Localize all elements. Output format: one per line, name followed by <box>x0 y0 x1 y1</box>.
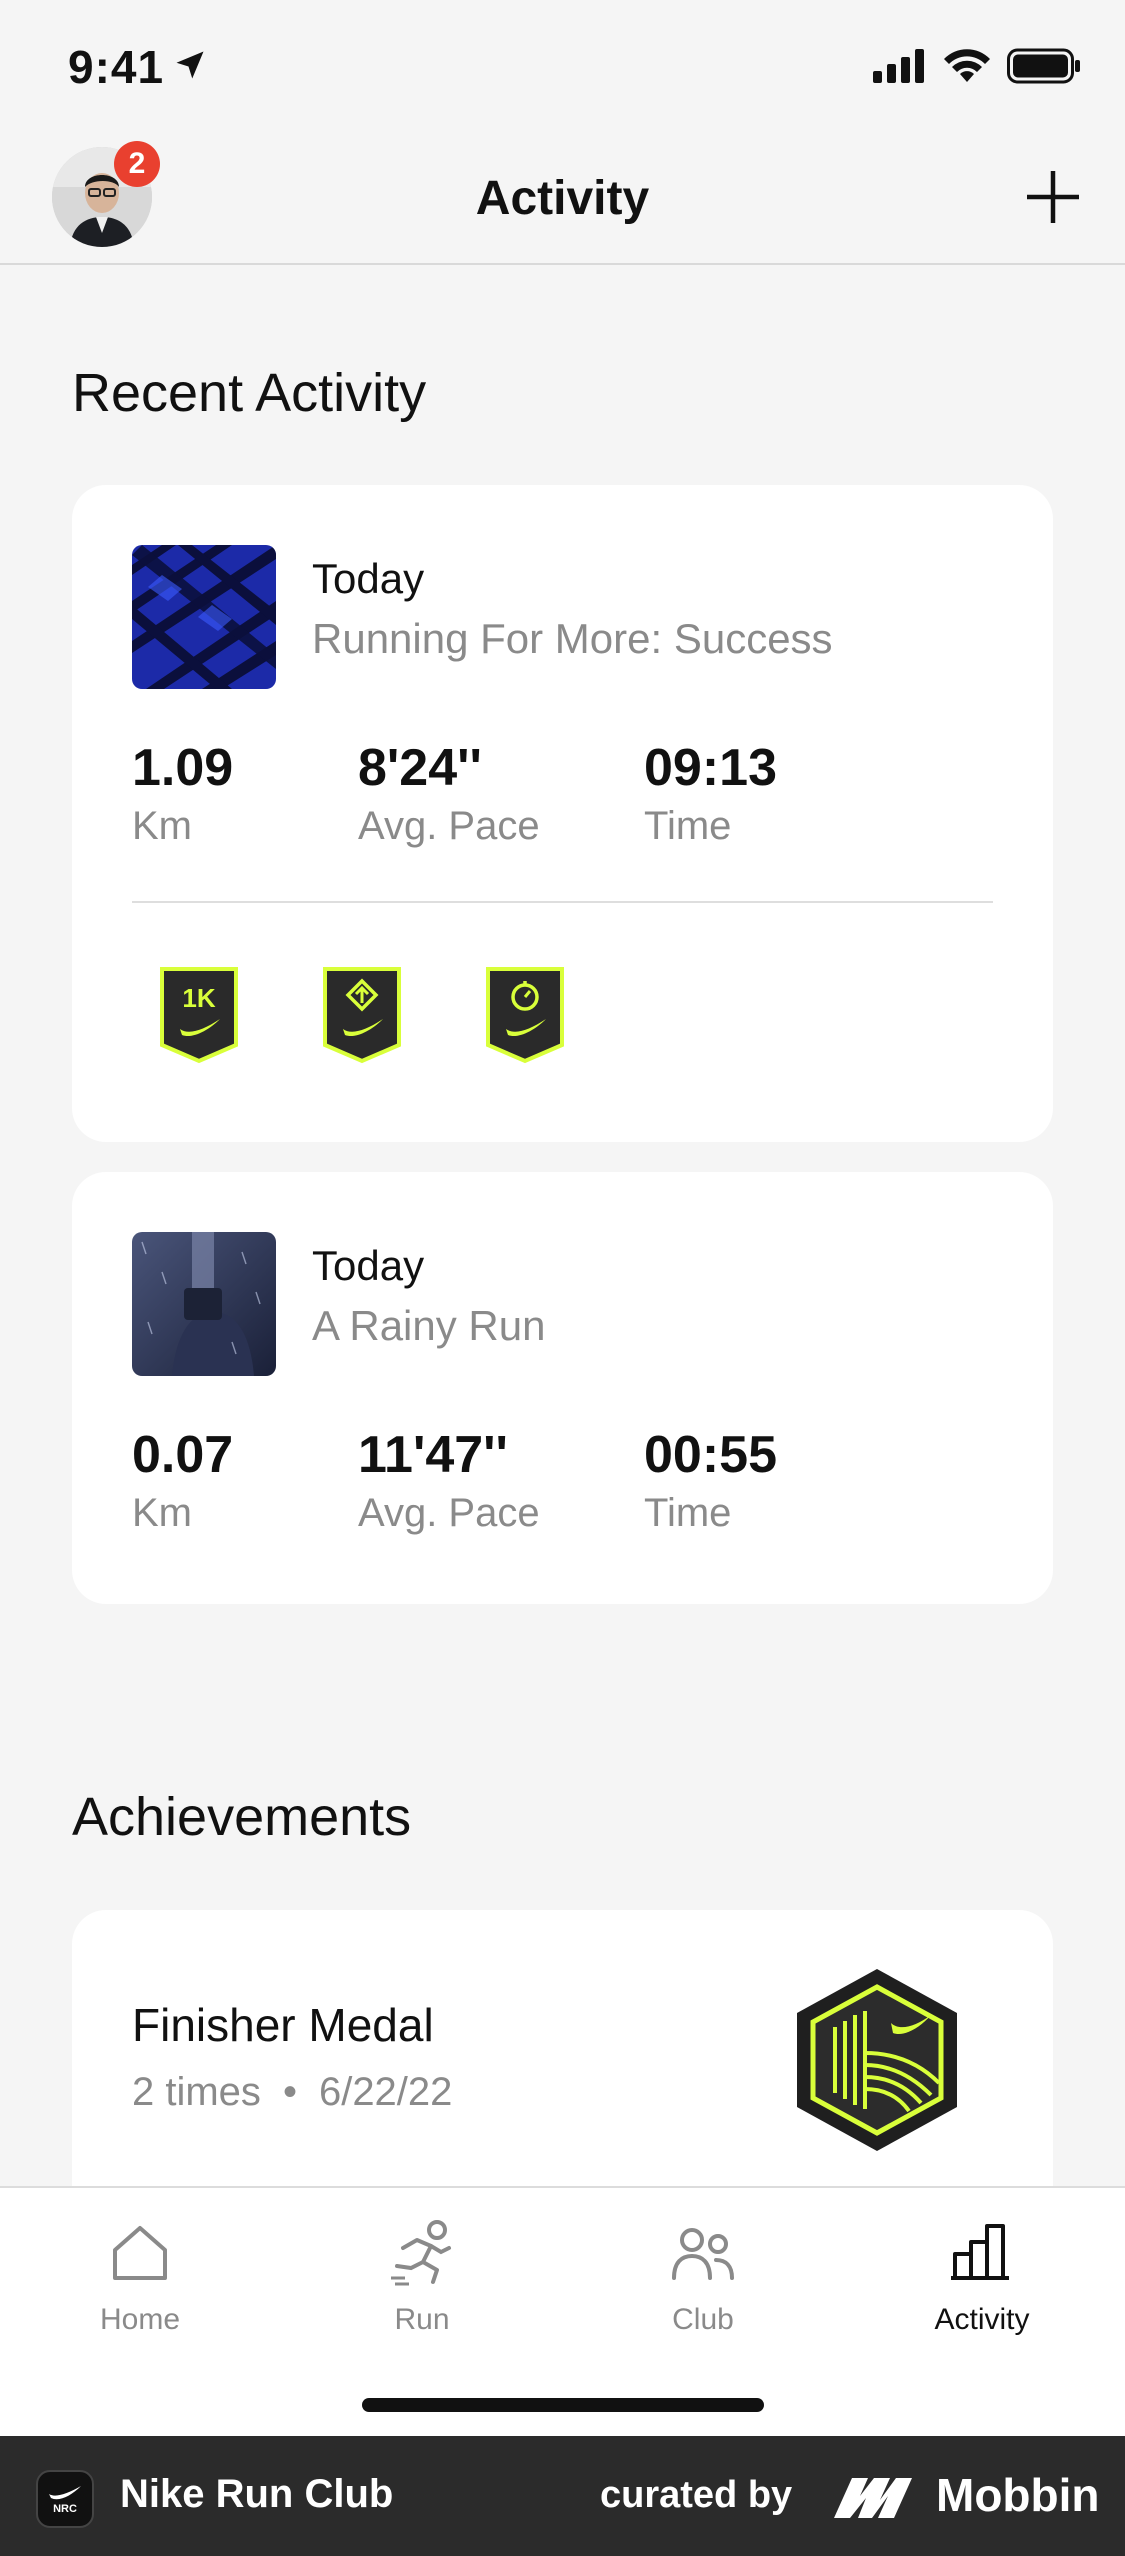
recent-activity-heading: Recent Activity <box>72 363 427 423</box>
home-indicator <box>362 2398 764 2412</box>
stat-value: 8'24'' <box>358 739 482 797</box>
activity-day: Today <box>312 1242 425 1289</box>
directional-badge-icon[interactable] <box>321 965 403 1065</box>
divider <box>132 901 993 903</box>
stat-label: Km <box>132 1491 192 1535</box>
first-1k-badge-icon[interactable]: 1K <box>158 965 240 1065</box>
time-stat: 00:55 Time <box>644 1425 777 1536</box>
nrc-app-icon: NRC <box>36 2470 94 2528</box>
pace-stat: 8'24'' Avg. Pace <box>358 738 540 849</box>
location-arrow-icon <box>176 51 204 79</box>
run-icon <box>391 2220 451 2286</box>
stat-label: Time <box>644 1491 732 1535</box>
achievement-meta: 2 times • 6/22/22 <box>132 2070 452 2115</box>
wifi-icon <box>944 49 990 82</box>
curated-by-label: curated by <box>600 2474 793 2516</box>
stat-value: 09:13 <box>644 739 777 797</box>
add-activity-button[interactable] <box>1021 165 1085 229</box>
stat-value: 00:55 <box>644 1426 777 1484</box>
achievement-title: Finisher Medal <box>132 1999 434 2051</box>
activity-card[interactable]: Today Running For More: Success 1.09 Km … <box>72 485 1053 1142</box>
time-stat: 09:13 Time <box>644 738 777 849</box>
stopwatch-badge-icon[interactable] <box>484 965 566 1065</box>
tab-label: Run <box>394 2303 450 2336</box>
tab-label: Home <box>99 2303 181 2336</box>
app-name: Nike Run Club <box>120 2472 394 2516</box>
tab-run[interactable]: Run <box>322 2218 522 2337</box>
status-icons <box>873 48 1081 84</box>
home-icon <box>113 2226 167 2280</box>
tab-activity[interactable]: Activity <box>882 2218 1082 2337</box>
stat-value: 11'47'' <box>358 1426 508 1484</box>
activity-thumbnail <box>132 1232 276 1376</box>
stat-value: 1.09 <box>132 739 234 797</box>
stat-label: Time <box>644 804 732 848</box>
activity-day: Today <box>312 555 425 602</box>
stat-label: Avg. Pace <box>358 1491 540 1535</box>
activity-chart-icon <box>951 2224 1009 2280</box>
mobbin-brand: Mobbin <box>936 2469 1100 2521</box>
activity-thumbnail <box>132 545 276 689</box>
achievement-count: 2 times <box>132 2070 261 2114</box>
cellular-signal-icon <box>873 49 924 83</box>
stat-label: Avg. Pace <box>358 804 540 848</box>
stat-value: 0.07 <box>132 1426 234 1484</box>
activity-name: A Rainy Run <box>312 1302 546 1349</box>
app-icon-text: NRC <box>53 2503 77 2514</box>
tab-label: Activity <box>934 2303 1030 2336</box>
tab-home[interactable]: Home <box>40 2218 240 2337</box>
status-bar: 9:41 <box>0 0 1125 135</box>
branding-bar: NRC Nike Run Club curated by Mobbin <box>0 2436 1125 2556</box>
battery-icon <box>1007 48 1080 84</box>
activity-card[interactable]: Today A Rainy Run 0.07 Km 11'47'' Avg. P… <box>72 1172 1053 1604</box>
app-header: 2 Activity <box>0 135 1125 265</box>
pace-stat: 11'47'' Avg. Pace <box>358 1425 540 1536</box>
distance-stat: 0.07 Km <box>132 1425 233 1536</box>
distance-stat: 1.09 Km <box>132 738 233 849</box>
tab-club[interactable]: Club <box>603 2218 803 2337</box>
achievements-heading: Achievements <box>72 1787 412 1847</box>
achievement-date: 6/22/22 <box>318 2070 453 2114</box>
mobbin-logo-icon <box>834 2478 912 2518</box>
separator-dot: • <box>282 2070 297 2114</box>
finisher-medal-icon <box>797 1969 957 2151</box>
stat-label: Km <box>132 804 192 848</box>
badge-text: 1K <box>182 983 215 1013</box>
club-icon <box>672 2228 734 2280</box>
activity-name: Running For More: Success <box>312 615 833 662</box>
tab-label: Club <box>672 2303 734 2336</box>
status-time: 9:41 <box>68 41 165 93</box>
page-title: Activity <box>475 172 650 225</box>
